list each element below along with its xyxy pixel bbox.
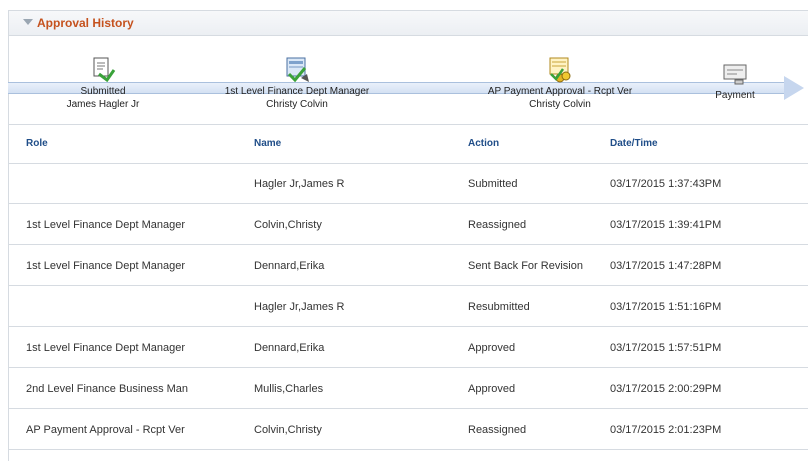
datetime-cell: 03/17/2015 1:39:41PM [610, 218, 722, 231]
datetime-cell: 03/17/2015 1:47:28PM [610, 259, 722, 272]
role-cell: 2nd Level Finance Business Man [26, 382, 189, 395]
stage-label: AP Payment Approval - Rcpt Ver [487, 86, 633, 97]
datetime-cell: 03/17/2015 1:37:43PM [610, 177, 722, 190]
action-cell: Resubmitted [468, 300, 530, 313]
column-header-datetime[interactable]: Date/Time [610, 124, 658, 163]
column-header-role[interactable]: Role [26, 124, 48, 163]
name-cell: Hagler Jr,James R [254, 300, 345, 313]
flow-arrow-head-icon [784, 76, 804, 100]
name-cell: Hagler Jr,James R [254, 177, 345, 190]
stage-label: Payment [715, 90, 755, 101]
action-cell: Approved [468, 382, 516, 395]
datetime-cell: 03/17/2015 2:00:29PM [610, 382, 722, 395]
action-cell: Submitted [468, 177, 518, 190]
collapse-triangle-icon[interactable] [23, 19, 33, 25]
stage-submitted[interactable]: Submitted James Hagler Jr [48, 56, 158, 111]
table-row: 1st Level Finance Dept Manager Dennard,E… [8, 328, 808, 368]
stage-payment[interactable]: Payment [700, 60, 770, 102]
submit-icon [93, 57, 116, 83]
role-cell: 1st Level Finance Dept Manager [26, 259, 185, 272]
name-cell: Dennard,Erika [254, 341, 325, 354]
role-cell: 1st Level Finance Dept Manager [26, 218, 185, 231]
column-header-action[interactable]: Action [468, 124, 499, 163]
action-cell: Sent Back For Revision [468, 259, 583, 272]
table-row: Hagler Jr,James R Resubmitted 03/17/2015… [8, 287, 808, 327]
table-row: 1st Level Finance Dept Manager Colvin,Ch… [8, 205, 808, 245]
coins-icon [549, 57, 571, 83]
stage-approver: Christy Colvin [529, 99, 591, 110]
action-cell: Reassigned [468, 423, 527, 436]
datetime-cell: 03/17/2015 1:57:51PM [610, 341, 722, 354]
name-cell: Mullis,Charles [254, 382, 324, 395]
name-cell: Dennard,Erika [254, 259, 325, 272]
stage-label: 1st Level Finance Dept Manager [224, 86, 370, 97]
column-header-name[interactable]: Name [254, 124, 281, 163]
role-cell: AP Payment Approval - Rcpt Ver [26, 423, 185, 436]
datetime-cell: 03/17/2015 1:51:16PM [610, 300, 722, 313]
approval-doc-icon [286, 57, 309, 83]
stage-ap-payment[interactable]: AP Payment Approval - Rcpt Ver Christy C… [470, 56, 650, 111]
action-cell: Approved [468, 341, 516, 354]
table-header-row: Role Name Action Date/Time [8, 124, 808, 164]
table-row: 2nd Level Finance Business Man Mullis,Ch… [8, 369, 808, 409]
name-cell: Colvin,Christy [254, 423, 322, 436]
stage-approver: Christy Colvin [266, 99, 328, 110]
stage-first-level[interactable]: 1st Level Finance Dept Manager Christy C… [212, 56, 382, 111]
role-cell: 1st Level Finance Dept Manager [26, 341, 185, 354]
name-cell: Colvin,Christy [254, 218, 322, 231]
action-cell: Reassigned [468, 218, 527, 231]
table-row: Hagler Jr,James R Submitted 03/17/2015 1… [8, 164, 808, 204]
section-title[interactable]: Approval History [37, 16, 134, 30]
table-row: AP Payment Approval - Rcpt Ver Colvin,Ch… [8, 410, 808, 450]
payment-icon [723, 64, 747, 85]
stage-approver: James Hagler Jr [66, 99, 140, 110]
stage-label: Submitted [80, 86, 126, 97]
datetime-cell: 03/17/2015 2:01:23PM [610, 423, 722, 436]
table-row: 1st Level Finance Dept Manager Dennard,E… [8, 246, 808, 286]
